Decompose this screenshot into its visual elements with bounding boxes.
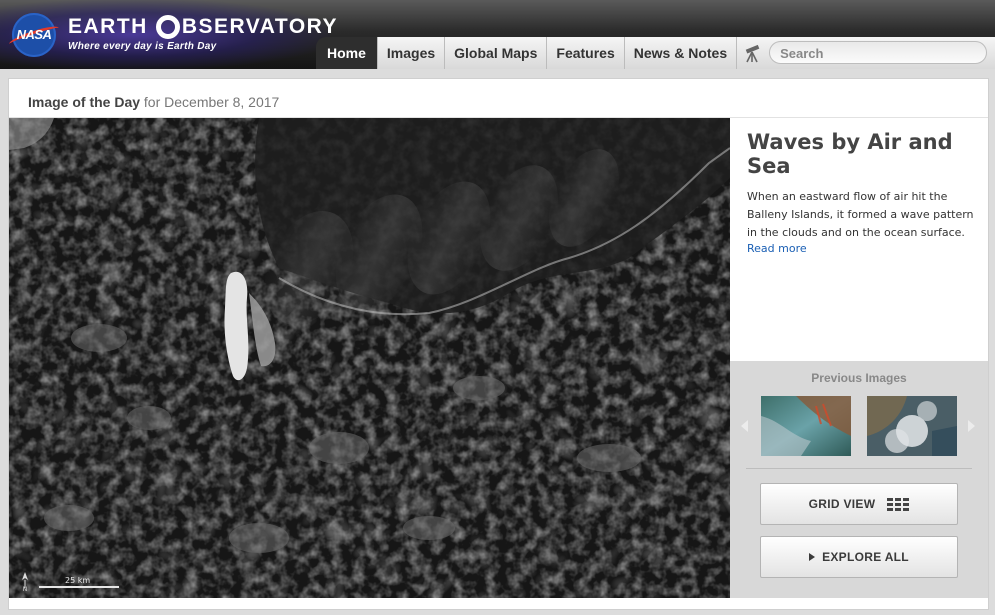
story-description: When an eastward flow of air hit the Bal… <box>747 190 974 239</box>
nav-features[interactable]: Features <box>546 37 624 69</box>
thumbnail-art <box>761 396 851 456</box>
scale-label: 25 km <box>65 576 90 585</box>
thumbnail-art <box>867 396 957 456</box>
previous-image-thumbnail[interactable] <box>867 396 957 456</box>
explore-all-button[interactable]: EXPLORE ALL <box>760 536 958 578</box>
site-header: NASA EARTH BSERVATORY Where every day is… <box>0 0 995 69</box>
grid-view-button[interactable]: GRID VIEW <box>760 483 958 525</box>
image-of-the-day-card: Image of the Day for December 8, 2017 N … <box>8 78 989 610</box>
nav-news-notes[interactable]: News & Notes <box>623 37 737 69</box>
site-tagline: Where every day is Earth Day <box>68 41 217 52</box>
nav-images[interactable]: Images <box>376 37 445 69</box>
iotd-date: for December 8, 2017 <box>143 94 280 110</box>
nasa-logo-text: NASA <box>16 27 52 42</box>
nav-global-maps[interactable]: Global Maps <box>444 37 547 69</box>
scale-bar: N 25 km <box>22 572 119 592</box>
explore-all-label: EXPLORE ALL <box>822 550 909 564</box>
nasa-logo[interactable]: NASA <box>7 13 61 57</box>
site-title-observatory: BSERVATORY <box>181 15 339 38</box>
site-title-earth: EARTH <box>68 15 148 38</box>
story-panel: Waves by Air and Sea When an eastward fl… <box>730 118 988 361</box>
grid-view-label: GRID VIEW <box>808 497 876 511</box>
satellite-image-art <box>9 118 730 598</box>
telescope-icon[interactable] <box>743 43 763 63</box>
previous-images-label: Previous Images <box>811 371 907 385</box>
gallery-divider <box>746 468 972 469</box>
previous-image-thumbnail[interactable] <box>761 396 851 456</box>
play-icon <box>809 553 816 561</box>
site-title[interactable]: EARTH BSERVATORY <box>68 14 338 40</box>
nav-search-area <box>736 37 995 69</box>
iotd-title: Image of the Day <box>28 94 141 110</box>
grid-icon <box>887 497 910 511</box>
read-more-link[interactable]: Read more <box>747 242 807 255</box>
main-nav: Home Images Global Maps Features News & … <box>316 37 995 69</box>
north-arrow-label: N <box>23 586 28 592</box>
search-box <box>769 41 988 64</box>
iotd-heading: Image of the Day for December 8, 2017 <box>28 94 279 110</box>
previous-images-panel: Previous Images GRID VIEW EXPLORE ALL <box>730 361 988 598</box>
observatory-o-icon <box>155 15 180 39</box>
next-arrow-icon[interactable] <box>968 420 975 432</box>
search-input[interactable] <box>780 45 981 61</box>
featured-satellite-image[interactable]: N 25 km <box>9 118 730 598</box>
nav-home[interactable]: Home <box>316 37 377 69</box>
story-title[interactable]: Waves by Air and Sea <box>747 130 977 178</box>
previous-arrow-icon[interactable] <box>741 420 748 432</box>
